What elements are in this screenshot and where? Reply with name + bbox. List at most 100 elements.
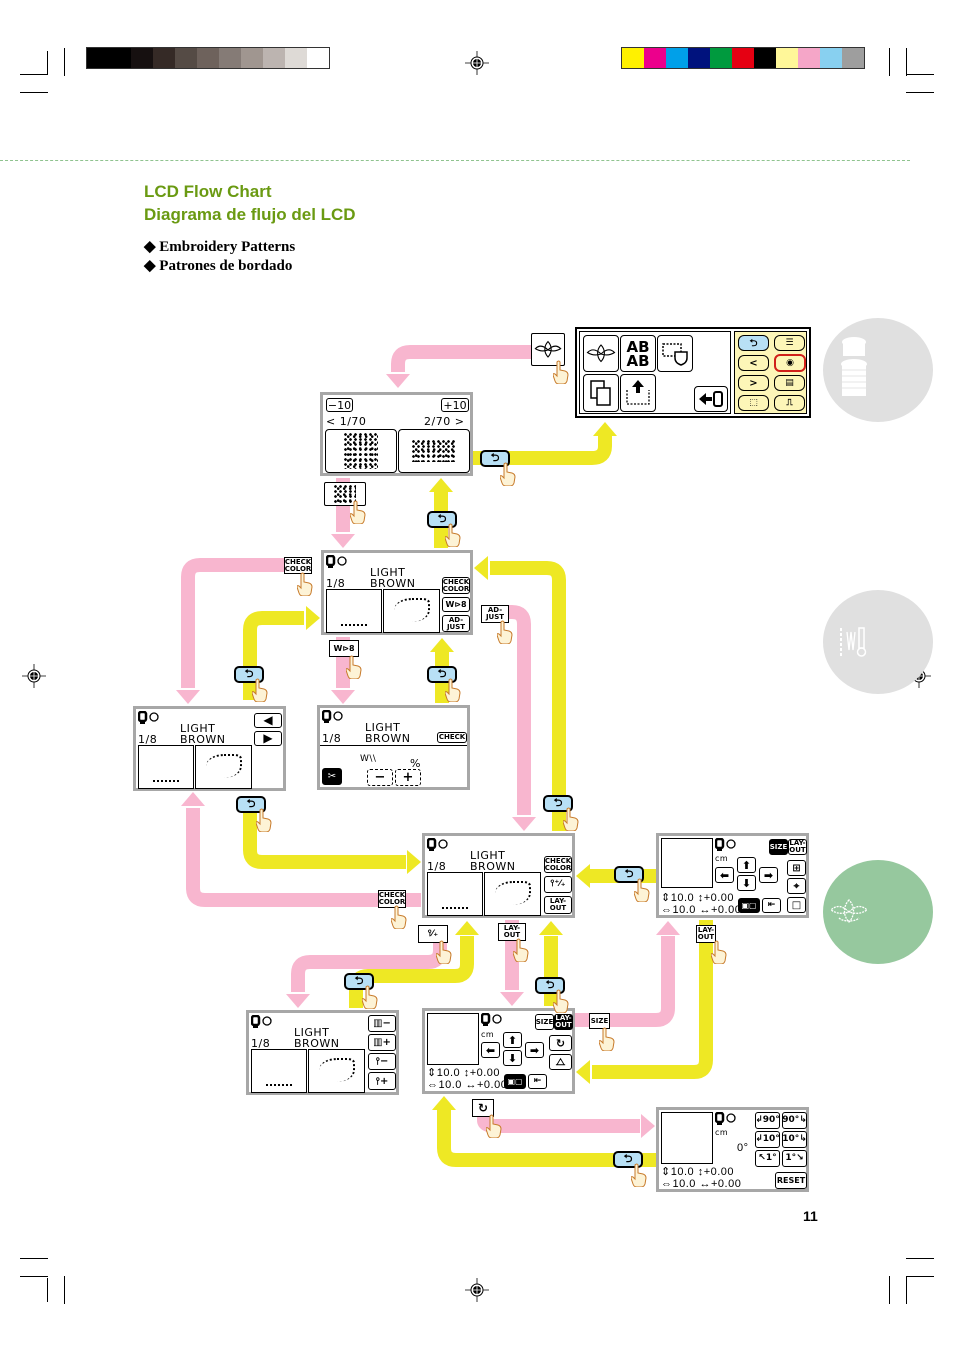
next-color-button[interactable]: ▶ [254, 731, 282, 746]
needle-plus-button[interactable]: ⫯+ [368, 1072, 396, 1090]
tension-minus-button[interactable]: − [367, 769, 393, 786]
thread-color-line2: BROWN [470, 860, 516, 873]
pattern-cart-button[interactable] [398, 429, 470, 473]
thread-cut-button[interactable]: ✂ [322, 768, 342, 785]
move-right-button[interactable]: ➡ [525, 1042, 544, 1058]
pointing-hand-icon [445, 678, 461, 702]
move-left-button[interactable]: ⬅ [715, 867, 734, 883]
character-pattern-button[interactable]: AB AB [620, 335, 656, 372]
plus-10-button[interactable]: +10 [441, 398, 469, 412]
width-readout: ⇔10.0 ↔+0.00 [427, 1079, 508, 1091]
arrow-head [474, 556, 488, 580]
height-value: 10.0 [670, 1166, 695, 1178]
current-color-preview [251, 1049, 307, 1093]
rotate-left-90-button[interactable]: ↲90° [755, 1112, 780, 1129]
arrow-head [576, 1060, 590, 1084]
frame-pattern-button[interactable] [657, 335, 693, 372]
check-color-button[interactable]: CHECK COLOR [544, 856, 572, 873]
flow-arrows [176, 345, 713, 1167]
move-up-button[interactable]: ⬆ [503, 1032, 522, 1048]
color-index: 1/8 [138, 733, 158, 746]
pointing-hand-icon [445, 523, 461, 547]
rotate-left-1-button[interactable]: ↖1° [755, 1150, 780, 1167]
arrow-head [512, 817, 536, 831]
check-color-button[interactable]: CHECK COLOR [442, 577, 470, 594]
flower-cart-image [412, 440, 456, 462]
bobbin-minus-button[interactable]: ▥− [368, 1015, 396, 1032]
move-down-button[interactable]: ⬇ [503, 1050, 522, 1066]
stitch-label: W\\ [360, 754, 377, 764]
move-down-button[interactable]: ⬇ [737, 875, 756, 891]
page-indicator-left: < 1/70 [326, 415, 367, 428]
pattern-preview [484, 872, 541, 916]
frame-shape-icon [662, 342, 688, 366]
home-back-button[interactable]: ⮌ [738, 335, 769, 351]
copy-button[interactable] [583, 374, 619, 412]
pointing-hand-icon [252, 678, 268, 702]
embroidery-flower-icon [586, 343, 616, 362]
trial-button[interactable]: ⇤ [528, 1074, 547, 1089]
move-left-button[interactable]: ⬅ [481, 1042, 500, 1058]
tension-plus-button[interactable]: + [395, 769, 421, 786]
reset-button[interactable]: RESET [775, 1172, 807, 1189]
flow-arrow-pink [186, 808, 421, 907]
layout-button[interactable]: LAY- OUT [544, 896, 572, 914]
needle-minus-button[interactable]: ⫯− [368, 1053, 396, 1070]
check-button[interactable]: CHECK [437, 732, 467, 743]
layout-tab-button[interactable]: LAY- OUT [554, 1014, 573, 1030]
trial-button[interactable]: ⇤ [762, 898, 781, 913]
vertical-offset: +0.00 [703, 1166, 735, 1178]
unit-label: cm [715, 1128, 729, 1137]
arrow-head [432, 1096, 456, 1110]
frame-toggle-button[interactable]: ▣▢ [504, 1074, 526, 1089]
frame-toggle-button[interactable]: ▣▢ [738, 898, 760, 913]
rotate-button[interactable]: ↻ [549, 1035, 572, 1051]
home-document-button[interactable]: ▤ [774, 375, 805, 391]
page-indicator-right: 2/70 > [424, 415, 465, 428]
embroidery-pattern-button[interactable] [583, 335, 619, 372]
move-up-button[interactable]: ⬆ [737, 857, 756, 873]
home-next-button[interactable]: > [738, 375, 769, 391]
home-list-button[interactable]: ☰ [774, 335, 805, 351]
center-button[interactable]: ⌖ [787, 878, 806, 894]
rotate-left-10-button[interactable]: ↲10° [755, 1131, 780, 1148]
minus-10-button[interactable]: −10 [326, 398, 353, 412]
size-button[interactable]: SIZE [535, 1014, 554, 1030]
layout-tab-button[interactable]: LAY- OUT [788, 839, 807, 855]
width-value: 10.0 [438, 1079, 462, 1091]
previous-color-button[interactable]: ◀ [254, 713, 282, 728]
rotate-right-90-button[interactable]: 90°↳ [782, 1112, 807, 1129]
adjust-button[interactable]: AD- JUST [442, 615, 470, 632]
mirror-button[interactable]: ⧍ [549, 1054, 572, 1070]
reduce-button[interactable]: □ [787, 897, 806, 913]
move-right-button[interactable]: ➡ [759, 867, 778, 883]
rotate-right-10-button[interactable]: 10°↳ [782, 1131, 807, 1148]
horizontal-offset: +0.00 [476, 1079, 508, 1091]
needle-speed-button[interactable]: ⫯⁺⁄₊ [544, 876, 572, 893]
pointing-hand-icon [362, 985, 378, 1009]
pocket-upload-icon [626, 380, 650, 405]
pocket-upload-button[interactable] [620, 374, 656, 412]
machine-bulb-icon [427, 838, 448, 851]
pattern-basket-button[interactable] [325, 429, 397, 473]
pointing-hand-icon [297, 572, 313, 596]
pattern-thumbnail [661, 838, 713, 888]
check-color-screen: 1/8 LIGHT BROWN ◀ ▶ [133, 706, 286, 791]
size-button[interactable]: SIZE [769, 839, 788, 855]
percent-label: % [410, 757, 421, 770]
enlarge-button[interactable]: ⊞ [787, 860, 806, 876]
machine-bulb-icon [715, 838, 736, 851]
exit-button[interactable] [694, 386, 728, 412]
bobbin-plus-button[interactable]: ▥+ [368, 1034, 396, 1051]
height-readout: ⇕10.0 ↕+0.00 [427, 1067, 501, 1079]
home-prev-button[interactable]: < [738, 355, 769, 371]
exit-icon [699, 391, 723, 407]
home-machine-button[interactable]: ⎍ [774, 395, 805, 411]
thread-tension-button[interactable]: W⊳8 [442, 597, 470, 612]
rotate-right-1-button[interactable]: 1°↘ [782, 1150, 807, 1167]
arrow-head [429, 478, 453, 492]
horizontal-offset: +0.00 [710, 904, 742, 916]
embroidery-color-screen: 1/8 LIGHT BROWN CHECK COLOR W⊳8 AD- JUST [321, 550, 473, 635]
home-memory-button[interactable]: ◉ [774, 354, 806, 372]
home-pocket-button[interactable]: ⬚ [738, 395, 769, 411]
